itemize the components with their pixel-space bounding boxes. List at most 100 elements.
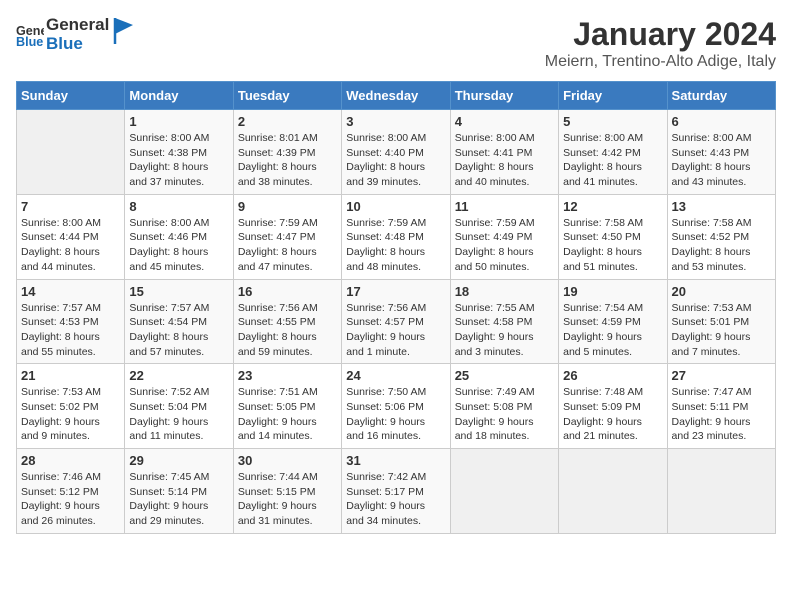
calendar-cell: 2Sunrise: 8:01 AM Sunset: 4:39 PM Daylig…	[233, 110, 341, 195]
day-number: 1	[129, 114, 228, 129]
calendar-cell: 16 Sunrise: 7:56 AM Sunset: 4:55 PM Dayli…	[233, 279, 341, 364]
calendar-cell	[450, 449, 558, 534]
calendar-cell: 13 Sunrise: 7:58 AM Sunset: 4:52 PM Dayli…	[667, 194, 775, 279]
day-header-saturday: Saturday	[667, 82, 775, 110]
day-info: Sunrise: 7:44 AM Sunset: 5:15 PM Dayligh…	[238, 470, 337, 529]
day-number: 28	[21, 453, 120, 468]
day-info: Sunrise: 7:45 AM Sunset: 5:14 PM Dayligh…	[129, 470, 228, 529]
day-header-wednesday: Wednesday	[342, 82, 450, 110]
calendar-week-2: 7 Sunrise: 8:00 AM Sunset: 4:44 PM Daylig…	[17, 194, 776, 279]
day-info: Sunrise: 7:57 AM Sunset: 4:54 PM Dayligh…	[129, 301, 228, 360]
day-info: Sunrise: 7:47 AM Sunset: 5:11 PM Dayligh…	[672, 385, 771, 444]
day-number: 12	[563, 199, 662, 214]
day-number: 18	[455, 284, 554, 299]
calendar-cell: 24 Sunrise: 7:50 AM Sunset: 5:06 PM Dayli…	[342, 364, 450, 449]
logo-blue-text: Blue	[46, 35, 109, 54]
day-header-tuesday: Tuesday	[233, 82, 341, 110]
day-info: Sunrise: 8:00 AM Sunset: 4:43 PM Dayligh…	[672, 131, 771, 190]
day-info: Sunrise: 8:00 AM Sunset: 4:40 PM Dayligh…	[346, 131, 445, 190]
day-number: 2	[238, 114, 337, 129]
day-info: Sunrise: 7:42 AM Sunset: 5:17 PM Dayligh…	[346, 470, 445, 529]
day-number: 3	[346, 114, 445, 129]
day-info: Sunrise: 7:57 AM Sunset: 4:53 PM Dayligh…	[21, 301, 120, 360]
logo: General Blue General Blue	[16, 16, 135, 53]
calendar-week-4: 21Sunrise: 7:53 AM Sunset: 5:02 PM Dayli…	[17, 364, 776, 449]
calendar-cell	[667, 449, 775, 534]
day-number: 5	[563, 114, 662, 129]
day-number: 16	[238, 284, 337, 299]
calendar-cell: 31Sunrise: 7:42 AM Sunset: 5:17 PM Dayli…	[342, 449, 450, 534]
calendar-cell: 28 Sunrise: 7:46 AM Sunset: 5:12 PM Dayli…	[17, 449, 125, 534]
calendar-cell: 12 Sunrise: 7:58 AM Sunset: 4:50 PM Dayli…	[559, 194, 667, 279]
day-info: Sunrise: 7:53 AM Sunset: 5:01 PM Dayligh…	[672, 301, 771, 360]
calendar-cell: 26Sunrise: 7:48 AM Sunset: 5:09 PM Dayli…	[559, 364, 667, 449]
day-info: Sunrise: 8:00 AM Sunset: 4:44 PM Dayligh…	[21, 216, 120, 275]
day-info: Sunrise: 7:46 AM Sunset: 5:12 PM Dayligh…	[21, 470, 120, 529]
calendar-cell: 18 Sunrise: 7:55 AM Sunset: 4:58 PM Dayli…	[450, 279, 558, 364]
day-info: Sunrise: 7:58 AM Sunset: 4:50 PM Dayligh…	[563, 216, 662, 275]
day-number: 13	[672, 199, 771, 214]
header: General Blue General Blue January 2024 M…	[16, 16, 776, 71]
day-info: Sunrise: 7:48 AM Sunset: 5:09 PM Dayligh…	[563, 385, 662, 444]
calendar-cell: 3 Sunrise: 8:00 AM Sunset: 4:40 PM Daylig…	[342, 110, 450, 195]
logo-icon: General Blue	[16, 21, 44, 49]
logo-flag-icon	[113, 16, 135, 46]
calendar-cell: 7 Sunrise: 8:00 AM Sunset: 4:44 PM Daylig…	[17, 194, 125, 279]
calendar-cell: 30 Sunrise: 7:44 AM Sunset: 5:15 PM Dayli…	[233, 449, 341, 534]
day-info: Sunrise: 7:59 AM Sunset: 4:48 PM Dayligh…	[346, 216, 445, 275]
day-info: Sunrise: 7:50 AM Sunset: 5:06 PM Dayligh…	[346, 385, 445, 444]
day-number: 22	[129, 368, 228, 383]
day-number: 8	[129, 199, 228, 214]
calendar-cell	[17, 110, 125, 195]
day-number: 11	[455, 199, 554, 214]
calendar-cell: 25Sunrise: 7:49 AM Sunset: 5:08 PM Dayli…	[450, 364, 558, 449]
calendar-week-3: 14 Sunrise: 7:57 AM Sunset: 4:53 PM Dayli…	[17, 279, 776, 364]
day-info: Sunrise: 7:52 AM Sunset: 5:04 PM Dayligh…	[129, 385, 228, 444]
day-info: Sunrise: 7:59 AM Sunset: 4:47 PM Dayligh…	[238, 216, 337, 275]
day-number: 15	[129, 284, 228, 299]
calendar-cell: 11 Sunrise: 7:59 AM Sunset: 4:49 PM Dayli…	[450, 194, 558, 279]
day-header-monday: Monday	[125, 82, 233, 110]
calendar-cell: 20 Sunrise: 7:53 AM Sunset: 5:01 PM Dayli…	[667, 279, 775, 364]
calendar-table: SundayMondayTuesdayWednesdayThursdayFrid…	[16, 81, 776, 534]
calendar-cell: 19Sunrise: 7:54 AM Sunset: 4:59 PM Dayli…	[559, 279, 667, 364]
calendar-cell: 23Sunrise: 7:51 AM Sunset: 5:05 PM Dayli…	[233, 364, 341, 449]
calendar-week-5: 28 Sunrise: 7:46 AM Sunset: 5:12 PM Dayli…	[17, 449, 776, 534]
days-header-row: SundayMondayTuesdayWednesdayThursdayFrid…	[17, 82, 776, 110]
calendar-cell: 5Sunrise: 8:00 AM Sunset: 4:42 PM Daylig…	[559, 110, 667, 195]
calendar-cell: 8Sunrise: 8:00 AM Sunset: 4:46 PM Daylig…	[125, 194, 233, 279]
calendar-cell: 21Sunrise: 7:53 AM Sunset: 5:02 PM Dayli…	[17, 364, 125, 449]
calendar-cell: 27 Sunrise: 7:47 AM Sunset: 5:11 PM Dayli…	[667, 364, 775, 449]
calendar-cell: 1 Sunrise: 8:00 AM Sunset: 4:38 PM Daylig…	[125, 110, 233, 195]
day-number: 27	[672, 368, 771, 383]
calendar-cell: 4Sunrise: 8:00 AM Sunset: 4:41 PM Daylig…	[450, 110, 558, 195]
calendar-cell: 29Sunrise: 7:45 AM Sunset: 5:14 PM Dayli…	[125, 449, 233, 534]
day-number: 14	[21, 284, 120, 299]
title-area: January 2024 Meiern, Trentino-Alto Adige…	[545, 16, 776, 71]
day-number: 30	[238, 453, 337, 468]
day-info: Sunrise: 7:59 AM Sunset: 4:49 PM Dayligh…	[455, 216, 554, 275]
day-header-thursday: Thursday	[450, 82, 558, 110]
calendar-cell: 10Sunrise: 7:59 AM Sunset: 4:48 PM Dayli…	[342, 194, 450, 279]
day-info: Sunrise: 7:56 AM Sunset: 4:55 PM Dayligh…	[238, 301, 337, 360]
location-title: Meiern, Trentino-Alto Adige, Italy	[545, 53, 776, 71]
day-number: 21	[21, 368, 120, 383]
svg-text:Blue: Blue	[16, 35, 43, 49]
calendar-cell: 9 Sunrise: 7:59 AM Sunset: 4:47 PM Daylig…	[233, 194, 341, 279]
day-info: Sunrise: 8:00 AM Sunset: 4:38 PM Dayligh…	[129, 131, 228, 190]
day-header-sunday: Sunday	[17, 82, 125, 110]
day-number: 24	[346, 368, 445, 383]
day-number: 25	[455, 368, 554, 383]
day-number: 20	[672, 284, 771, 299]
day-number: 9	[238, 199, 337, 214]
day-info: Sunrise: 7:56 AM Sunset: 4:57 PM Dayligh…	[346, 301, 445, 360]
day-info: Sunrise: 7:55 AM Sunset: 4:58 PM Dayligh…	[455, 301, 554, 360]
day-info: Sunrise: 7:58 AM Sunset: 4:52 PM Dayligh…	[672, 216, 771, 275]
day-number: 17	[346, 284, 445, 299]
calendar-cell: 15 Sunrise: 7:57 AM Sunset: 4:54 PM Dayli…	[125, 279, 233, 364]
calendar-week-1: 1 Sunrise: 8:00 AM Sunset: 4:38 PM Daylig…	[17, 110, 776, 195]
calendar-cell	[559, 449, 667, 534]
day-info: Sunrise: 7:51 AM Sunset: 5:05 PM Dayligh…	[238, 385, 337, 444]
day-number: 7	[21, 199, 120, 214]
day-header-friday: Friday	[559, 82, 667, 110]
